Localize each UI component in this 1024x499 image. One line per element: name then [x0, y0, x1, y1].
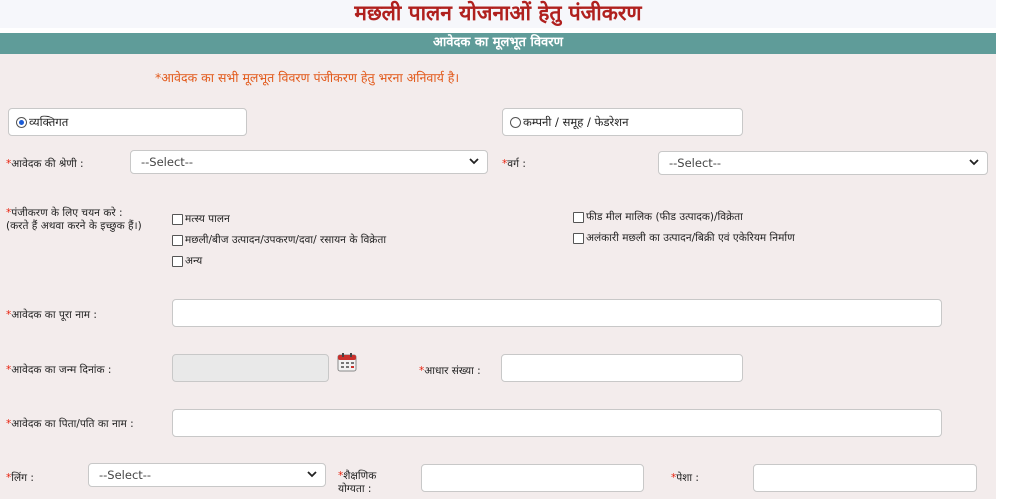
- individual-radio[interactable]: [16, 116, 27, 128]
- aadhar-input[interactable]: [501, 354, 743, 382]
- calendar-icon[interactable]: [337, 352, 357, 372]
- checkbox-other[interactable]: अन्य: [172, 254, 202, 268]
- individual-radio-label: व्यक्तिगत: [29, 114, 69, 129]
- mandatory-notice: *आवेदक का सभी मूलभूत विवरण पंजीकरण हेतु …: [155, 70, 460, 85]
- chevron-down-icon: [969, 159, 979, 166]
- checkbox-fish-farming[interactable]: मत्स्य पालन: [172, 212, 230, 226]
- occupation-input[interactable]: [753, 464, 977, 492]
- checkbox[interactable]: [172, 255, 183, 267]
- page-title: मछली पालन योजनाओं हेतु पंजीकरण: [0, 0, 996, 28]
- full-name-label: *आवेदक का पूरा नाम :: [6, 309, 97, 321]
- gender-select-value: --Select--: [99, 468, 152, 482]
- registration-form: *आवेदक का सभी मूलभूत विवरण पंजीकरण हेतु …: [0, 54, 996, 499]
- dob-label: *आवेदक का जन्म दिनांक :: [6, 364, 112, 376]
- individual-radio-option[interactable]: व्यक्तिगत: [8, 108, 247, 136]
- checkbox[interactable]: [172, 234, 183, 246]
- checkbox[interactable]: [573, 211, 584, 223]
- education-label: *शैक्षणिक योग्यता :: [338, 470, 377, 495]
- checkbox-ornamental-fish[interactable]: अलंकारी मछली का उत्पादन/बिक्री एवं एकेरि…: [573, 231, 795, 245]
- varg-label: *वर्ग :: [502, 158, 526, 170]
- chevron-down-icon: [469, 158, 479, 165]
- chevron-down-icon: [307, 471, 317, 478]
- checkbox[interactable]: [172, 213, 183, 225]
- company-radio-label: कम्पनी / समूह / फेडरेशन: [523, 114, 629, 129]
- education-input[interactable]: [421, 464, 644, 492]
- company-radio[interactable]: [510, 116, 521, 128]
- varg-select-value: --Select--: [669, 156, 722, 170]
- checkbox-seed-equipment-seller[interactable]: मछली/बीज उत्पादन/उपकरण/दवा/ रसायन के विक…: [172, 233, 386, 247]
- company-radio-option[interactable]: कम्पनी / समूह / फेडरेशन: [502, 108, 743, 136]
- category-select[interactable]: --Select--: [130, 150, 488, 174]
- aadhar-label: *आधार संख्या :: [419, 365, 481, 377]
- varg-select[interactable]: --Select--: [658, 151, 988, 175]
- father-name-input[interactable]: [172, 409, 942, 437]
- full-name-input[interactable]: [172, 299, 942, 327]
- occupation-label: *पेशा :: [671, 472, 699, 484]
- section-header: आवेदक का मूलभूत विवरण: [0, 33, 996, 54]
- category-select-value: --Select--: [141, 155, 194, 169]
- gender-label: *लिंग :: [6, 472, 34, 484]
- dob-input[interactable]: [172, 354, 329, 382]
- gender-select[interactable]: --Select--: [88, 463, 326, 487]
- checkbox[interactable]: [573, 232, 584, 244]
- father-name-label: *आवेदक का पिता/पति का नाम :: [6, 418, 134, 430]
- registration-label: *पंजीकरण के लिए चयन करे : (करते हैं अथवा…: [6, 207, 142, 232]
- category-label: *आवेदक की श्रेणी :: [6, 158, 84, 170]
- checkbox-feed-mill-owner[interactable]: फीड मील मालिक (फीड उत्पादक)/विक्रेता: [573, 210, 743, 224]
